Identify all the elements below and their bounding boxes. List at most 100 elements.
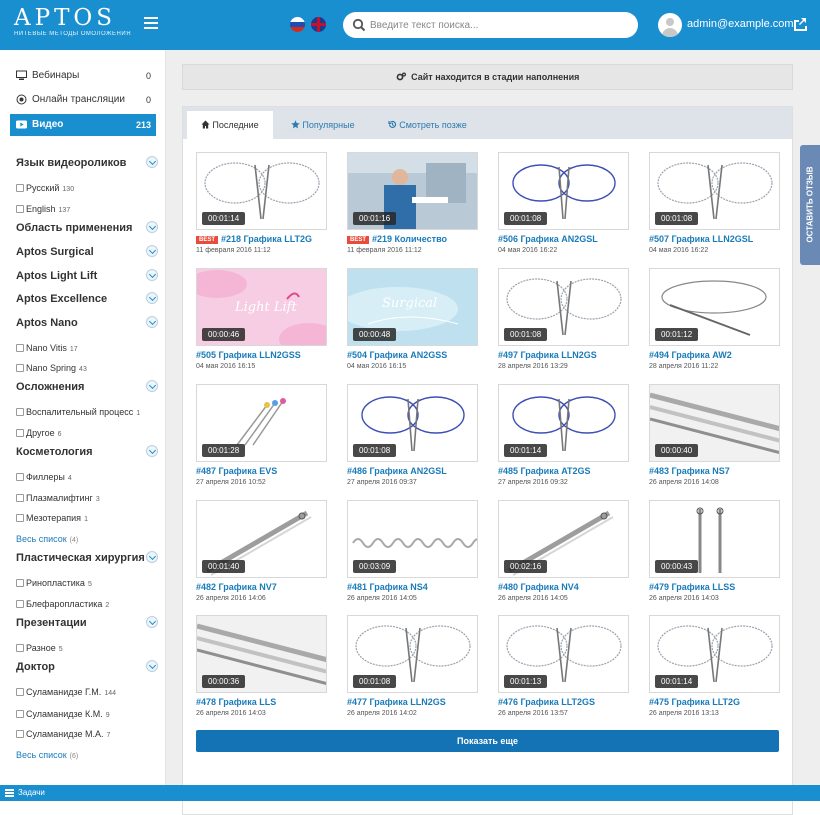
filter-checkbox[interactable]: Блефаропластика 2 <box>16 599 109 609</box>
checkbox-icon[interactable] <box>16 494 24 502</box>
video-thumbnail[interactable]: 00:01:14 <box>498 384 629 462</box>
video-title[interactable]: #483 Графика NS7 <box>649 466 730 476</box>
filter-section-cosmetology[interactable]: Косметология <box>16 445 158 458</box>
chevron-down-icon[interactable] <box>146 156 158 168</box>
video-title[interactable]: #480 Графика NV4 <box>498 582 579 592</box>
filter-checkbox[interactable]: Разное 5 <box>16 643 63 653</box>
checkbox-icon[interactable] <box>16 710 24 718</box>
checkbox-icon[interactable] <box>16 429 24 437</box>
checkbox-icon[interactable] <box>16 730 24 738</box>
video-thumbnail[interactable]: 00:01:40 <box>196 500 327 578</box>
chevron-down-icon[interactable] <box>146 380 158 392</box>
video-thumbnail[interactable]: 00:01:08 <box>347 384 478 462</box>
video-title[interactable]: #475 Графика LLT2G <box>649 697 740 707</box>
video-thumbnail[interactable]: 00:01:08 <box>498 152 629 230</box>
video-card[interactable]: 00:00:36 #478 Графика LLS 26 апреля 2016 1… <box>196 615 327 717</box>
video-card[interactable]: Surgical 00:00:48 #504 Графика AN2GSS 04 ма… <box>347 268 478 370</box>
video-thumbnail[interactable]: 00:01:08 <box>649 152 780 230</box>
video-title[interactable]: #497 Графика LLN2GS <box>498 350 597 360</box>
video-title[interactable]: #481 Графика NS4 <box>347 582 428 592</box>
filter-checkbox[interactable]: Воспалительный процесс 1 <box>16 407 140 417</box>
taskbar-label[interactable]: Задачи <box>18 785 45 801</box>
video-thumbnail[interactable]: 00:01:16 <box>347 152 478 230</box>
video-card[interactable]: 00:01:28 #487 Графика EVS 27 апреля 2016 1… <box>196 384 327 486</box>
video-title[interactable]: #505 Графика LLN2GSS <box>196 350 301 360</box>
chevron-down-icon[interactable] <box>146 551 158 563</box>
video-title[interactable]: #477 Графика LLN2GS <box>347 697 446 707</box>
checkbox-icon[interactable] <box>16 600 24 608</box>
video-title[interactable]: #506 Графика AN2GSL <box>498 234 598 244</box>
video-title[interactable]: #482 Графика NV7 <box>196 582 277 592</box>
checkbox-icon[interactable] <box>16 644 24 652</box>
video-card[interactable]: 00:00:40 #483 Графика NS7 26 апреля 2016 1… <box>649 384 780 486</box>
filter-checkbox[interactable]: Плазмалифтинг 3 <box>16 493 100 503</box>
feedback-button[interactable]: ОСТАВИТЬ ОТЗЫВ <box>800 145 820 265</box>
video-card[interactable]: 00:01:08 #486 Графика AN2GSL 27 апреля 201… <box>347 384 478 486</box>
video-card[interactable]: 00:00:43 #479 Графика LLSS 26 апреля 2016 … <box>649 500 780 602</box>
video-card[interactable]: 00:01:14 BEST #218 Графика LLT2G 11 февраля… <box>196 152 327 254</box>
checkbox-icon[interactable] <box>16 473 24 481</box>
video-card[interactable]: 00:01:40 #482 Графика NV7 26 апреля 2016 1… <box>196 500 327 602</box>
filter-checkbox[interactable]: Мезотерапия 1 <box>16 513 88 523</box>
chevron-down-icon[interactable] <box>146 316 158 328</box>
video-thumbnail[interactable]: 00:01:08 <box>347 615 478 693</box>
video-thumbnail[interactable]: 00:00:36 <box>196 615 327 693</box>
filter-checkbox[interactable]: Другое 6 <box>16 428 62 438</box>
video-title[interactable]: #486 Графика AN2GSL <box>347 466 447 476</box>
filter-section-doctor[interactable]: Доктор <box>16 660 158 673</box>
video-title[interactable]: #494 Графика AW2 <box>649 350 732 360</box>
filter-section-nano[interactable]: Aptos Nano <box>16 316 158 329</box>
video-card[interactable]: 00:01:12 #494 Графика AW2 28 апреля 2016 1… <box>649 268 780 370</box>
video-card[interactable]: 00:03:09 #481 Графика NS4 26 апреля 2016 1… <box>347 500 478 602</box>
filter-section-excellence[interactable]: Aptos Excellence <box>16 292 158 305</box>
filter-checkbox[interactable]: Суламанидзе М.А. 7 <box>16 729 110 739</box>
show-all-link[interactable]: Весь список (4) <box>16 534 78 544</box>
chevron-down-icon[interactable] <box>146 660 158 672</box>
chevron-down-icon[interactable] <box>146 221 158 233</box>
video-title[interactable]: #476 Графика LLT2GS <box>498 697 595 707</box>
video-title[interactable]: #485 Графика AT2GS <box>498 466 591 476</box>
sidebar-item-webinars[interactable]: Вебинары 0 <box>10 65 156 87</box>
video-title[interactable]: BEST #218 Графика LLT2G <box>196 234 312 244</box>
filter-checkbox[interactable]: Суламанидзе К.М. 9 <box>16 709 110 719</box>
video-thumbnail[interactable]: 00:01:28 <box>196 384 327 462</box>
search-input[interactable] <box>370 15 625 35</box>
sidebar-item-broadcasts[interactable]: Онлайн трансляции 0 <box>10 89 156 111</box>
filter-checkbox[interactable]: English 137 <box>16 204 70 214</box>
filter-section-lightlift[interactable]: Aptos Light Lift <box>16 269 158 282</box>
video-thumbnail[interactable]: 00:03:09 <box>347 500 478 578</box>
checkbox-icon[interactable] <box>16 579 24 587</box>
chevron-down-icon[interactable] <box>146 445 158 457</box>
video-thumbnail[interactable]: Surgical 00:00:48 <box>347 268 478 346</box>
avatar[interactable] <box>658 13 682 37</box>
tab-popular[interactable]: Популярные <box>275 111 371 139</box>
chevron-down-icon[interactable] <box>146 269 158 281</box>
filter-checkbox[interactable]: Суламанидзе Г.М. 144 <box>16 687 116 697</box>
checkbox-icon[interactable] <box>16 688 24 696</box>
video-card[interactable]: 00:01:08 #497 Графика LLN2GS 28 апреля 201… <box>498 268 629 370</box>
load-more-button[interactable]: Показать еще <box>196 730 779 752</box>
video-card[interactable]: 00:01:08 #506 Графика AN2GSL 04 мая 2016 1… <box>498 152 629 254</box>
logout-icon[interactable] <box>792 16 808 32</box>
filter-checkbox[interactable]: Филлеры 4 <box>16 472 72 482</box>
filter-checkbox[interactable]: Русский 130 <box>16 183 74 193</box>
filter-checkbox[interactable]: Nano Spring 43 <box>16 363 87 373</box>
video-title[interactable]: #478 Графика LLS <box>196 697 276 707</box>
video-card[interactable]: 00:01:14 #485 Графика AT2GS 27 апреля 2016… <box>498 384 629 486</box>
checkbox-icon[interactable] <box>16 514 24 522</box>
video-thumbnail[interactable]: 00:01:14 <box>196 152 327 230</box>
video-title[interactable]: #504 Графика AN2GSS <box>347 350 447 360</box>
show-all-link[interactable]: Весь список (6) <box>16 750 78 760</box>
filter-section-complications[interactable]: Осложнения <box>16 380 158 393</box>
video-thumbnail[interactable]: 00:01:14 <box>649 615 780 693</box>
video-thumbnail[interactable]: 00:01:12 <box>649 268 780 346</box>
flag-en-icon[interactable] <box>311 17 326 32</box>
video-card[interactable]: 00:01:08 #477 Графика LLN2GS 26 апреля 201… <box>347 615 478 717</box>
checkbox-icon[interactable] <box>16 344 24 352</box>
video-thumbnail[interactable]: 00:00:43 <box>649 500 780 578</box>
filter-section-language[interactable]: Язык видеороликов <box>16 156 158 169</box>
video-thumbnail[interactable]: 00:02:16 <box>498 500 629 578</box>
flag-ru-icon[interactable] <box>290 17 305 32</box>
video-title[interactable]: #507 Графика LLN2GSL <box>649 234 753 244</box>
chevron-down-icon[interactable] <box>146 245 158 257</box>
